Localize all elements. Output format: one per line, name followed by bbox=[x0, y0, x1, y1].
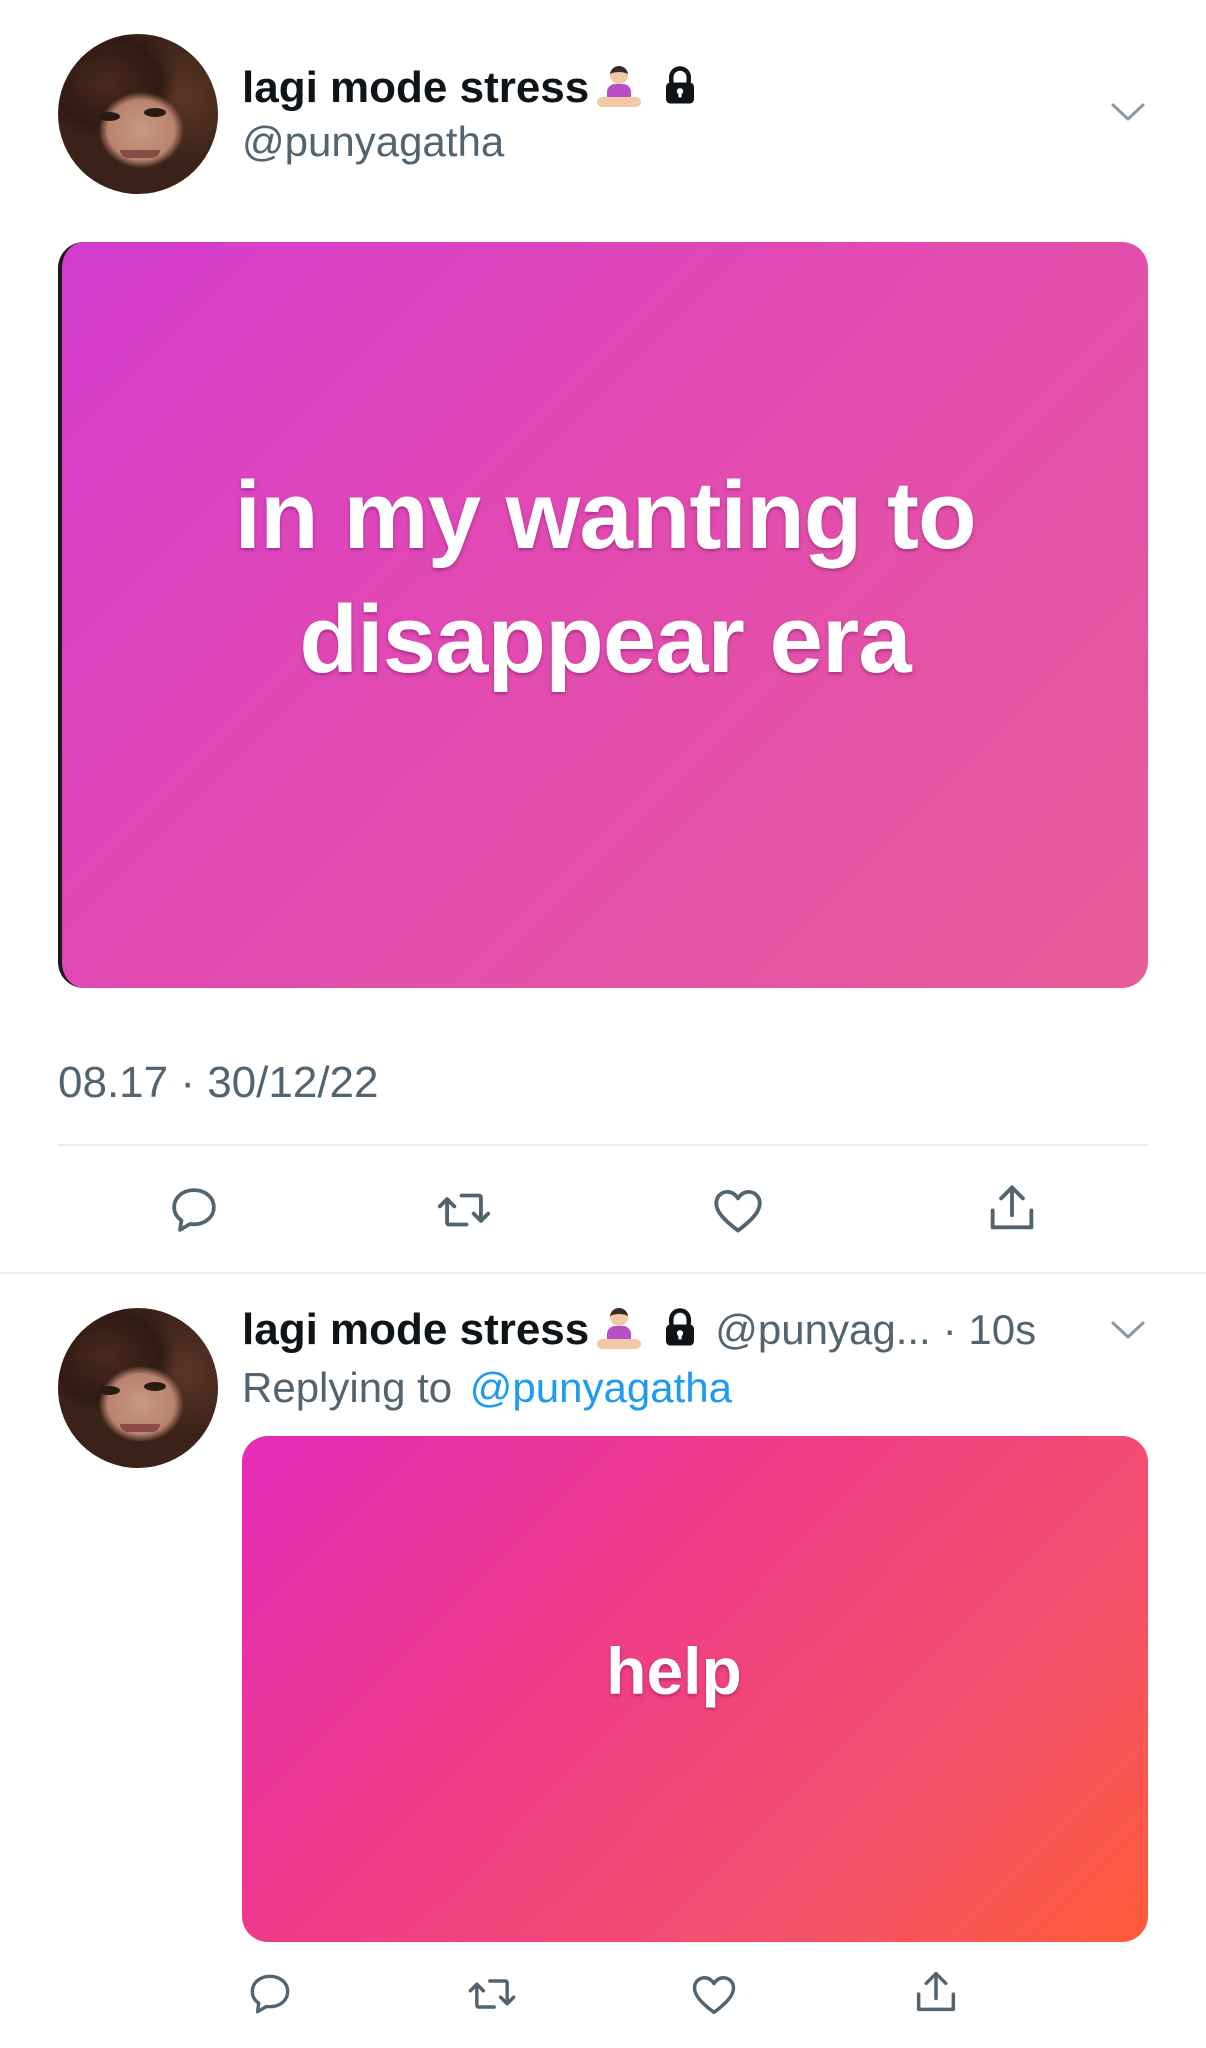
replying-to-handle-link[interactable]: @punyagatha bbox=[470, 1364, 732, 1411]
avatar[interactable] bbox=[58, 34, 218, 194]
chevron-down-icon[interactable] bbox=[1110, 1318, 1146, 1347]
retweet-icon[interactable] bbox=[434, 1180, 494, 1240]
share-icon[interactable] bbox=[910, 1966, 962, 2018]
tweet-timestamp[interactable]: 08.17 · 30/12/22 bbox=[58, 1058, 378, 1108]
lock-icon bbox=[659, 65, 701, 112]
tweet-separator bbox=[0, 1272, 1206, 1274]
avatar[interactable] bbox=[58, 1308, 218, 1468]
person-in-lotus-position-icon bbox=[595, 64, 643, 112]
media-text: help bbox=[606, 1634, 742, 1708]
person-in-lotus-position-icon bbox=[595, 1306, 643, 1354]
replying-to-line: Replying to @punyagatha bbox=[242, 1364, 732, 1412]
media-text: in my wanting to disappear era bbox=[234, 462, 976, 693]
like-icon[interactable] bbox=[708, 1180, 768, 1240]
like-icon[interactable] bbox=[688, 1968, 740, 2020]
tweet-time[interactable]: · 10s bbox=[943, 1306, 1036, 1354]
reply-icon[interactable] bbox=[164, 1180, 224, 1240]
divider bbox=[58, 1144, 1148, 1146]
tweet-media-image[interactable]: in my wanting to disappear era bbox=[58, 242, 1148, 988]
display-name[interactable]: lagi mode stress bbox=[242, 1305, 589, 1355]
tweet-media-image[interactable]: help bbox=[242, 1436, 1148, 1942]
share-icon[interactable] bbox=[982, 1178, 1042, 1238]
user-handle[interactable]: @punyag... bbox=[715, 1306, 930, 1354]
display-name[interactable]: lagi mode stress bbox=[242, 63, 589, 113]
main-tweet-name-row: lagi mode stress bbox=[242, 60, 701, 116]
tweet-thread-screen: lagi mode stress @punyagatha in my wanti… bbox=[0, 0, 1206, 2048]
reply-tweet-name-row: lagi mode stress @punyag... · 10s bbox=[242, 1302, 1036, 1358]
user-handle[interactable]: @punyagatha bbox=[242, 118, 504, 166]
lock-icon bbox=[659, 1307, 701, 1354]
retweet-icon[interactable] bbox=[466, 1968, 518, 2020]
replying-to-label: Replying to bbox=[242, 1364, 453, 1411]
chevron-down-icon[interactable] bbox=[1110, 100, 1146, 129]
reply-icon[interactable] bbox=[244, 1968, 296, 2020]
